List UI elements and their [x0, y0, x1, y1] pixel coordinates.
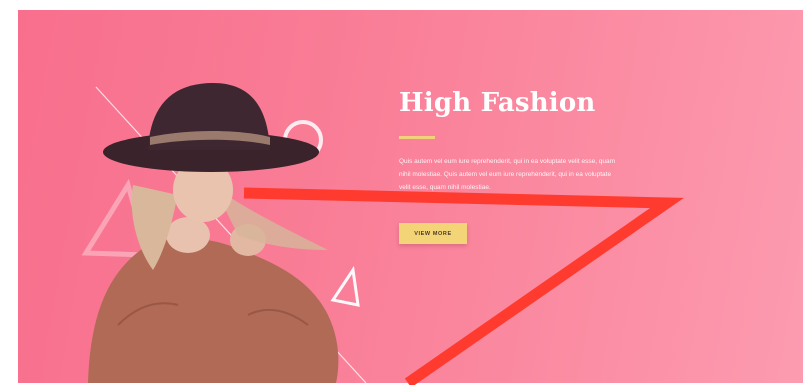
model-sweater: [88, 238, 339, 383]
model-photo: [81, 83, 367, 383]
hero-section: High Fashion Quis autem vel eum iure rep…: [18, 10, 803, 383]
view-more-button[interactable]: VIEW MORE: [399, 223, 467, 244]
hero-body-line: nihil molestiae. Quis autem vel eum iure…: [399, 171, 612, 178]
page-frame: High Fashion Quis autem vel eum iure rep…: [0, 0, 803, 385]
hero-body-text: Quis autem vel eum iure reprehenderit, q…: [399, 155, 717, 194]
decor-triangle-right-icon: [330, 265, 360, 307]
hero-body-line: Quis autem vel eum iure reprehenderit, q…: [399, 158, 616, 165]
model-hand: [166, 217, 210, 253]
hero-body-line: velit esse, quam nihil molestiae.: [399, 184, 491, 191]
hero-title: High Fashion: [399, 88, 596, 118]
title-underline: [399, 136, 435, 139]
